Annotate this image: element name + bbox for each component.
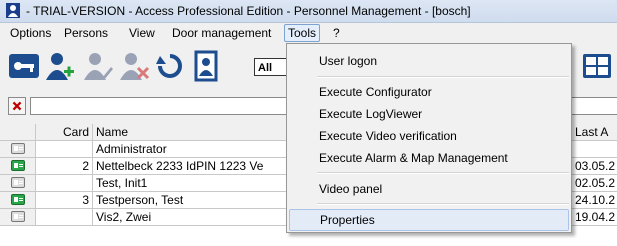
card-cell: 2 xyxy=(36,158,93,174)
refresh-icon[interactable] xyxy=(154,50,186,82)
header-last-access[interactable]: Last A xyxy=(572,124,617,140)
header-name[interactable]: Name xyxy=(93,124,288,140)
menu-help[interactable]: ? xyxy=(330,25,343,41)
menu-tools[interactable]: Tools xyxy=(284,24,321,42)
last-access-cell: 19.04.2 xyxy=(575,210,616,224)
last-access-cell: 02.05.2 xyxy=(575,176,616,190)
menu-item-execute-alarm-map[interactable]: Execute Alarm & Map Management xyxy=(289,147,569,169)
card-badge-icon xyxy=(11,177,25,188)
menu-item-execute-configurator[interactable]: Execute Configurator xyxy=(289,81,569,103)
menu-options[interactable]: Options xyxy=(7,25,54,41)
last-access-cell: 24.10.2 xyxy=(575,193,616,207)
menu-item-user-logon[interactable]: User logon xyxy=(289,50,569,72)
menu-item-execute-video-verification[interactable]: Execute Video verification xyxy=(289,125,569,147)
card-badge-icon xyxy=(11,211,25,222)
name-cell: Vis2, Zwei xyxy=(93,209,288,225)
header-icon-cell xyxy=(0,124,36,140)
add-person-icon[interactable] xyxy=(44,50,76,82)
menu-separator xyxy=(317,203,569,205)
window-title: - TRIAL-VERSION - Access Professional Ed… xyxy=(26,4,471,18)
header-card[interactable]: Card xyxy=(36,124,93,140)
delete-person-icon[interactable] xyxy=(118,50,150,82)
menu-view[interactable]: View xyxy=(126,25,158,41)
last-access-cell xyxy=(572,141,617,157)
person-app-icon xyxy=(6,3,20,18)
name-cell: Test, Init1 xyxy=(93,175,288,191)
menu-persons[interactable]: Persons xyxy=(61,25,111,41)
last-access-cell: 03.05.2 xyxy=(575,159,616,173)
edit-person-icon[interactable] xyxy=(82,50,114,82)
tools-menu: User logon Execute Configurator Execute … xyxy=(286,43,572,233)
card-badge-icon xyxy=(11,160,25,171)
card-cell xyxy=(36,175,93,191)
menu-item-properties[interactable]: Properties xyxy=(289,209,569,231)
card-badge-icon xyxy=(11,143,25,154)
name-cell: Administrator xyxy=(93,141,288,157)
card-cell: 3 xyxy=(36,192,93,208)
menu-item-video-panel[interactable]: Video panel xyxy=(289,178,569,200)
menu-item-execute-logviewer[interactable]: Execute LogViewer xyxy=(289,103,569,125)
card-cell xyxy=(36,141,93,157)
name-cell: Testperson, Test xyxy=(93,192,288,208)
menu-door-management[interactable]: Door management xyxy=(169,25,274,41)
menu-separator xyxy=(317,172,569,174)
menu-bar: Options Persons View Door management Too… xyxy=(0,23,617,44)
name-cell: Nettelbeck 2233 IdPIN 1223 Ve xyxy=(93,158,288,174)
door-key-button[interactable] xyxy=(8,50,40,82)
card-badge-icon xyxy=(11,194,25,205)
menu-separator xyxy=(317,76,569,78)
clear-filter-icon[interactable] xyxy=(8,97,26,115)
person-details-icon[interactable] xyxy=(192,50,224,82)
card-cell xyxy=(36,209,93,225)
title-bar: - TRIAL-VERSION - Access Professional Ed… xyxy=(0,0,617,23)
grid-view-icon[interactable] xyxy=(583,54,611,78)
